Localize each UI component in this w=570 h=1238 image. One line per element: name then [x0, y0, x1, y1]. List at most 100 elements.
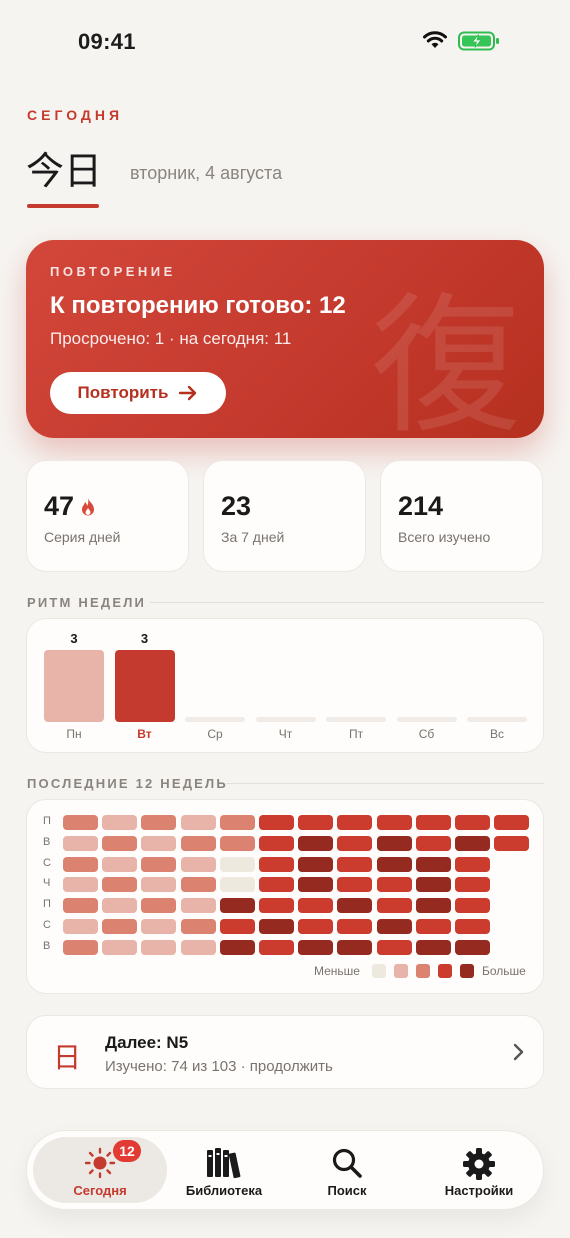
heatmap-cell [415, 856, 451, 872]
heatmap-title: ПОСЛЕДНИЕ 12 НЕДЕЛЬ [27, 776, 228, 791]
sun-icon [84, 1147, 116, 1179]
legend-level-2 [416, 964, 430, 978]
gear-icon [463, 1148, 495, 1180]
heatmap-cell [494, 815, 530, 830]
status-bar: 09:41 [0, 0, 570, 80]
heatmap-cell [376, 898, 412, 914]
legend-level-4 [460, 964, 474, 978]
legend-level-3 [438, 964, 452, 978]
wifi-icon [423, 31, 447, 48]
heatmap-cell [180, 919, 216, 934]
tab-bar: 12 Сегодня Библиотека Поиск Настройки [26, 1130, 544, 1210]
heatmap-cell [376, 815, 412, 830]
week-day-label: Вт [137, 727, 152, 741]
heatmap-cell [337, 898, 373, 914]
heatmap-cell [298, 898, 334, 914]
start-review-label: Повторить [77, 383, 169, 402]
week-day-label: Сб [418, 727, 435, 741]
review-card[interactable]: 復 ПОВТОРЕНИЕ К повторению готово: 12 Про… [26, 240, 544, 438]
status-time: 09:41 [78, 29, 136, 54]
heatmap-card: Меньше Больше ПВСЧПСВ [26, 799, 544, 994]
heatmap-cell [102, 877, 138, 893]
heatmap-cell [337, 919, 373, 934]
heatmap-row-label: С [43, 856, 51, 869]
week-day-count: 3 [70, 631, 78, 646]
heatmap-cell [259, 835, 294, 851]
stat-total-value: 214 [398, 491, 444, 521]
heatmap-cell [102, 939, 138, 955]
heatmap-cell [415, 919, 451, 934]
heatmap-cell [180, 898, 216, 914]
heatmap-cell [259, 939, 294, 955]
week-day-bar-empty [396, 717, 457, 722]
week-day-column: Пт [326, 619, 386, 754]
stat-streak-value-row: 47 [44, 491, 96, 522]
heatmap-cell [180, 856, 216, 872]
heatmap-cell [337, 939, 373, 955]
heatmap-cell [415, 939, 451, 955]
heatmap-cell [455, 856, 490, 872]
heatmap-cell [259, 898, 294, 914]
heatmap-cell [63, 877, 98, 893]
heatmap-cell [102, 835, 138, 851]
section-divider [150, 602, 544, 603]
tab-settings[interactable]: Настройки [413, 1137, 545, 1203]
heatmap-cell [141, 856, 177, 872]
heatmap-row-label: П [43, 815, 51, 827]
week-rhythm-title: РИТМ НЕДЕЛИ [27, 595, 147, 610]
heatmap-cell [298, 815, 334, 830]
stat-card-week: 23 За 7 дней [203, 460, 366, 572]
heatmap-cell [455, 877, 490, 893]
chevron-right-icon [513, 1043, 524, 1061]
heatmap-cell [141, 815, 177, 830]
week-day-column: Сб [396, 619, 457, 754]
heatmap-cell [376, 919, 412, 934]
heatmap-cell [63, 815, 98, 830]
week-day-column: Чт [255, 619, 316, 754]
heatmap-cell [337, 877, 373, 893]
tab-today[interactable]: 12 Сегодня [33, 1137, 167, 1203]
heatmap-cell [141, 939, 177, 955]
week-rhythm-chart: 3 Пн 3 Вт Ср Чт Пт Сб Вс [26, 618, 544, 753]
next-level-card[interactable]: 日 Далее: N5 Изучено: 74 из 103 · продолж… [26, 1015, 544, 1089]
heatmap-cell [376, 877, 412, 893]
week-day-column: Ср [185, 619, 245, 754]
week-day-bar-empty [255, 717, 316, 722]
heatmap-cell [259, 815, 294, 830]
week-day-bar [44, 650, 104, 722]
review-subtitle: Просрочено: 1 · на сегодня: 11 [50, 329, 292, 348]
next-level-title: Далее: N5 [105, 1033, 189, 1052]
heatmap-cell [180, 815, 216, 830]
heatmap-cell [219, 835, 255, 851]
stat-week-label: За 7 дней [221, 529, 285, 545]
stat-card-total: 214 Всего изучено [380, 460, 543, 572]
search-icon [332, 1148, 362, 1178]
heatmap-cell [415, 898, 451, 914]
heatmap-cell [180, 939, 216, 955]
start-review-button[interactable]: Повторить [50, 372, 226, 414]
heatmap-cell [219, 877, 255, 893]
legend-level-1 [394, 964, 408, 978]
heatmap-row-label: С [43, 919, 51, 931]
heatmap-cell [337, 856, 373, 872]
next-level-kanji: 日 [53, 1041, 82, 1074]
review-watermark-kanji: 復 [371, 280, 522, 438]
week-day-bar-empty [467, 717, 527, 722]
heatmap-cell [141, 835, 177, 851]
heatmap-cell [219, 856, 255, 872]
tab-library-label: Библиотека [185, 1183, 263, 1198]
week-day-column: 3 Пн [44, 619, 104, 754]
legend-more-label: Больше [482, 964, 526, 978]
heatmap-cell [455, 835, 490, 851]
heatmap-cell [63, 835, 98, 851]
heatmap-row-label: В [43, 939, 51, 952]
heatmap-cell [415, 835, 451, 851]
tab-library[interactable]: Библиотека [167, 1137, 281, 1203]
stat-total-label: Всего изучено [398, 529, 491, 545]
heatmap-cell [455, 919, 490, 934]
heatmap-cell [455, 939, 490, 955]
heatmap-cell [298, 877, 334, 893]
books-icon [207, 1148, 241, 1179]
tab-search[interactable]: Поиск [281, 1137, 413, 1203]
week-day-bar-empty [326, 717, 386, 722]
